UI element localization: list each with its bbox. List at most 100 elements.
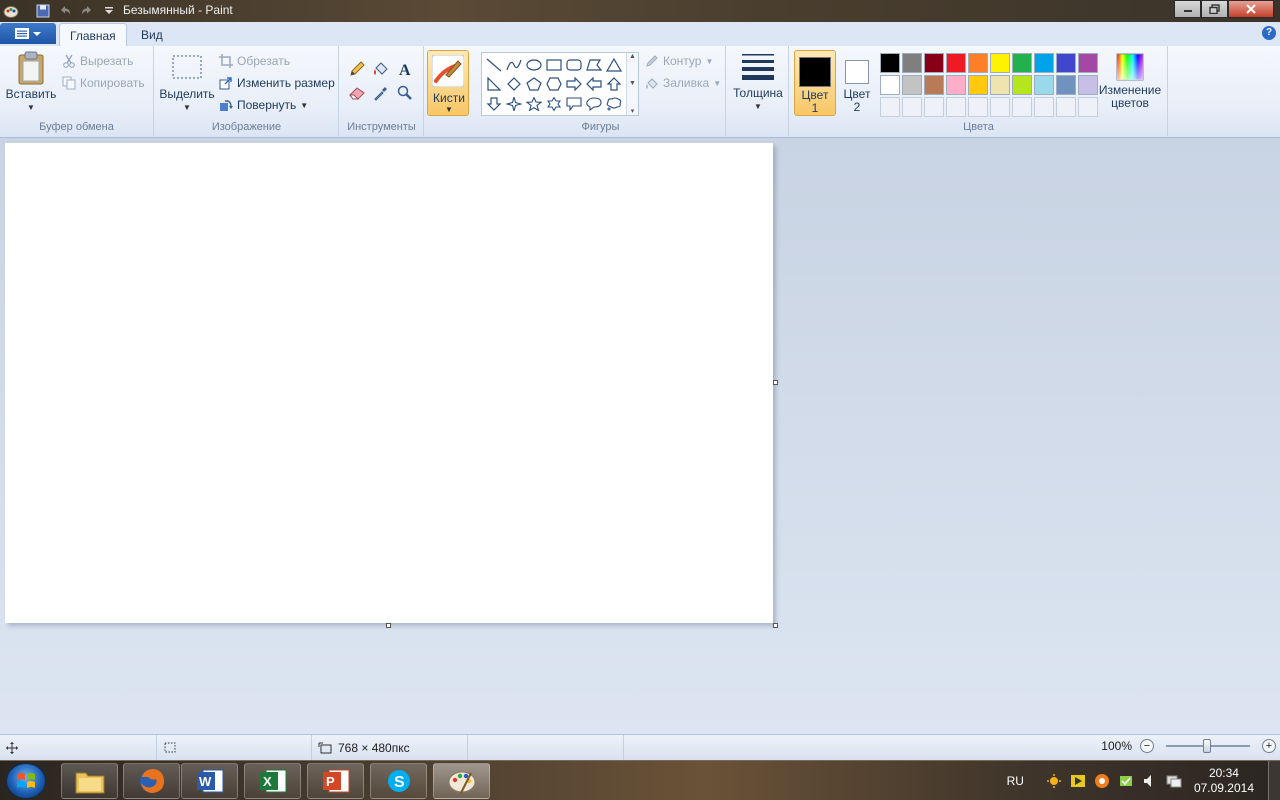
taskbar-excel[interactable]: X xyxy=(244,763,301,799)
palette-swatch[interactable] xyxy=(880,75,900,95)
down-arrow-shape-icon[interactable] xyxy=(484,94,504,114)
color1-button[interactable]: Цвет 1 xyxy=(794,50,836,116)
scroll-up-icon[interactable]: ▲ xyxy=(629,53,636,60)
triangle-shape-icon[interactable] xyxy=(604,55,624,75)
custom-color-slot[interactable] xyxy=(902,97,922,117)
select-button[interactable]: Выделить ▼ xyxy=(159,54,215,114)
palette-swatch[interactable] xyxy=(924,53,944,73)
custom-color-slot[interactable] xyxy=(880,97,900,117)
zoom-out-button[interactable]: − xyxy=(1140,739,1154,753)
palette-swatch[interactable] xyxy=(1012,53,1032,73)
palette-swatch[interactable] xyxy=(1056,75,1076,95)
help-icon[interactable]: ? xyxy=(1262,26,1276,40)
custom-color-slot[interactable] xyxy=(924,97,944,117)
cut-button[interactable]: Вырезать xyxy=(62,52,133,70)
network-icon[interactable] xyxy=(1166,773,1182,789)
paint-menu-button[interactable] xyxy=(0,23,56,44)
outline-button[interactable]: Контур ▼ xyxy=(645,52,713,70)
custom-color-slot[interactable] xyxy=(1012,97,1032,117)
palette-swatch[interactable] xyxy=(1034,75,1054,95)
color2-button[interactable]: Цвет 2 xyxy=(836,50,878,116)
clock[interactable]: 20:34 07.09.2014 xyxy=(1194,766,1254,796)
palette-swatch[interactable] xyxy=(946,53,966,73)
tab-view[interactable]: Вид xyxy=(131,23,173,46)
volume-icon[interactable] xyxy=(1142,773,1158,789)
update-icon[interactable] xyxy=(1094,773,1110,789)
taskbar-powerpoint[interactable]: P xyxy=(307,763,364,799)
palette-swatch[interactable] xyxy=(1012,75,1032,95)
five-point-star-shape-icon[interactable] xyxy=(524,94,544,114)
palette-swatch[interactable] xyxy=(968,53,988,73)
save-icon[interactable] xyxy=(32,1,54,21)
custom-color-slot[interactable] xyxy=(968,97,988,117)
minimize-button[interactable] xyxy=(1174,0,1201,18)
show-desktop-button[interactable] xyxy=(1268,761,1280,800)
taskbar-firefox[interactable] xyxy=(123,763,180,799)
drawing-canvas[interactable] xyxy=(5,143,773,623)
rect-callout-shape-icon[interactable] xyxy=(564,94,584,114)
magnifier-icon[interactable] xyxy=(394,82,416,104)
brushes-button[interactable]: Кисти ▼ xyxy=(427,50,469,116)
palette-swatch[interactable] xyxy=(902,53,922,73)
curve-shape-icon[interactable] xyxy=(504,55,524,75)
rectangle-shape-icon[interactable] xyxy=(544,55,564,75)
copy-button[interactable]: Копировать xyxy=(62,74,145,92)
palette-swatch[interactable] xyxy=(1078,53,1098,73)
scroll-down-icon[interactable]: ▼ xyxy=(629,80,636,87)
edit-colors-button[interactable]: Изменение цветов xyxy=(1098,52,1162,110)
up-arrow-shape-icon[interactable] xyxy=(604,75,624,95)
palette-swatch[interactable] xyxy=(990,75,1010,95)
eraser-icon[interactable] xyxy=(346,82,368,104)
restore-button[interactable] xyxy=(1201,0,1228,18)
right-arrow-shape-icon[interactable] xyxy=(564,75,584,95)
custom-color-slot[interactable] xyxy=(990,97,1010,117)
diamond-shape-icon[interactable] xyxy=(504,75,524,95)
paint-app-icon[interactable] xyxy=(0,1,22,21)
custom-color-slot[interactable] xyxy=(946,97,966,117)
text-tool-icon[interactable]: A xyxy=(394,58,416,80)
four-point-star-shape-icon[interactable] xyxy=(504,94,524,114)
close-button[interactable] xyxy=(1228,0,1274,18)
palette-swatch[interactable] xyxy=(902,75,922,95)
pentagon-shape-icon[interactable] xyxy=(524,75,544,95)
expand-gallery-icon[interactable]: ▾ xyxy=(631,107,635,115)
custom-color-slot[interactable] xyxy=(1078,97,1098,117)
six-point-star-shape-icon[interactable] xyxy=(544,94,564,114)
hexagon-shape-icon[interactable] xyxy=(544,75,564,95)
resize-handle-right[interactable] xyxy=(773,380,778,385)
palette-swatch[interactable] xyxy=(1078,75,1098,95)
paste-button[interactable]: Вставить ▼ xyxy=(6,50,56,114)
palette-swatch[interactable] xyxy=(1034,53,1054,73)
undo-icon[interactable] xyxy=(54,1,76,21)
redo-icon[interactable] xyxy=(76,1,98,21)
resize-handle-bottom[interactable] xyxy=(386,623,391,628)
size-button[interactable]: Толщина ▼ xyxy=(731,52,785,113)
media-icon[interactable] xyxy=(1070,773,1086,789)
palette-swatch[interactable] xyxy=(990,53,1010,73)
rounded-rectangle-shape-icon[interactable] xyxy=(564,55,584,75)
tab-home[interactable]: Главная xyxy=(59,23,127,46)
palette-swatch[interactable] xyxy=(1056,53,1076,73)
line-shape-icon[interactable] xyxy=(484,55,504,75)
oval-callout-shape-icon[interactable] xyxy=(584,94,604,114)
fill-bucket-icon[interactable] xyxy=(370,58,392,80)
color-picker-icon[interactable] xyxy=(370,82,392,104)
start-button[interactable] xyxy=(6,763,46,799)
resize-button[interactable]: Изменить размер xyxy=(219,74,335,92)
taskbar-skype[interactable]: S xyxy=(370,763,427,799)
zoom-slider-thumb[interactable] xyxy=(1203,739,1211,753)
crop-button[interactable]: Обрезать xyxy=(219,52,290,70)
polygon-shape-icon[interactable] xyxy=(584,55,604,75)
custom-color-slot[interactable] xyxy=(1056,97,1076,117)
weather-icon[interactable] xyxy=(1046,773,1062,789)
language-indicator[interactable]: RU xyxy=(1007,774,1024,788)
pencil-icon[interactable] xyxy=(346,58,368,80)
palette-swatch[interactable] xyxy=(946,75,966,95)
custom-color-slot[interactable] xyxy=(1034,97,1054,117)
palette-swatch[interactable] xyxy=(880,53,900,73)
customize-qat-icon[interactable] xyxy=(98,1,120,21)
shapes-scrollbar[interactable]: ▲ ▼ ▾ xyxy=(626,53,638,115)
palette-swatch[interactable] xyxy=(968,75,988,95)
cloud-callout-shape-icon[interactable] xyxy=(604,94,624,114)
zoom-slider[interactable] xyxy=(1166,739,1250,753)
